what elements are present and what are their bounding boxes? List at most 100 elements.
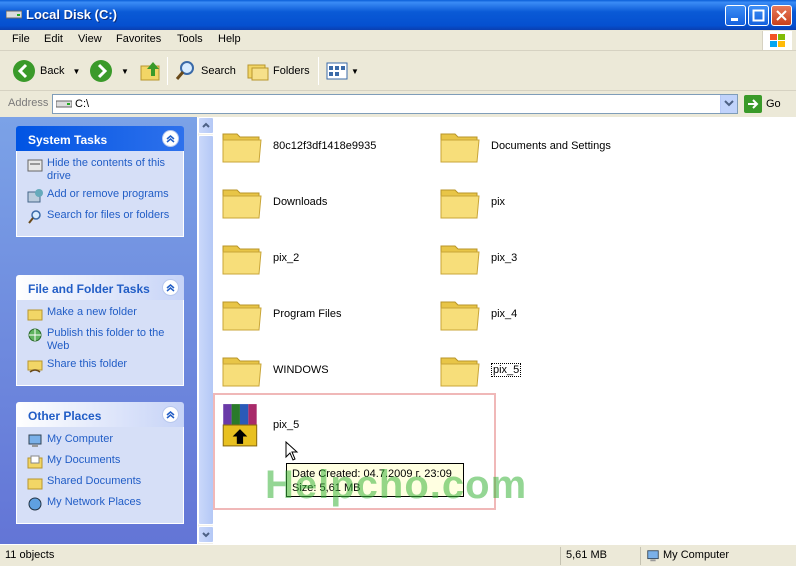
place-shared-documents[interactable]: Shared Documents — [27, 475, 177, 491]
task-label: Publish this folder to the Web — [47, 327, 165, 352]
folder-icon — [440, 245, 480, 275]
address-bar: Address C:\ Go — [0, 92, 796, 116]
menu-favorites[interactable]: Favorites — [116, 33, 161, 45]
other-places-title: Other Places — [28, 409, 102, 423]
place-label: Shared Documents — [47, 475, 142, 487]
my-computer-icon — [647, 550, 659, 562]
task-pane: System Tasks Hide the contents of this d… — [0, 117, 197, 544]
folders-button[interactable]: Folders — [246, 58, 310, 84]
address-value: C:\ — [75, 98, 90, 110]
folder-icon — [222, 133, 262, 163]
menu-view[interactable]: View — [78, 33, 102, 45]
file-item[interactable]: pix_5 — [439, 350, 522, 390]
place-label: My Documents — [47, 454, 121, 466]
file-name: pix_5 — [491, 363, 522, 377]
shared-documents-icon — [27, 478, 43, 490]
task-new-folder[interactable]: Make a new folder — [27, 306, 177, 322]
task-label: Share this folder — [47, 358, 128, 370]
menu-help[interactable]: Help — [218, 33, 241, 45]
place-my-computer[interactable]: My Computer — [27, 433, 177, 449]
toolbar: Back ▼ ▼ Search Folders ▼ — [0, 51, 796, 91]
status-location: My Computer — [640, 547, 796, 565]
scroll-up-button[interactable] — [198, 117, 214, 134]
task-publish-web[interactable]: Publish this folder to the Web — [27, 327, 177, 353]
address-input[interactable]: C:\ — [52, 94, 738, 114]
other-places-header[interactable]: Other Places — [16, 402, 184, 427]
folder-icon — [440, 301, 480, 331]
task-search-files[interactable]: Search for files or folders — [27, 209, 177, 225]
file-item[interactable]: 80c12f3df1418e9935 — [221, 126, 376, 166]
scroll-thumb[interactable] — [198, 135, 214, 525]
chevron-down-icon — [724, 100, 734, 107]
collapse-icon[interactable] — [162, 279, 179, 296]
views-button[interactable]: ▼ — [326, 58, 359, 84]
file-name: pix_3 — [491, 252, 518, 264]
file-name: pix_4 — [491, 308, 518, 320]
collapse-icon[interactable] — [162, 406, 179, 423]
system-tasks-panel: System Tasks Hide the contents of this d… — [16, 126, 184, 237]
task-pane-scrollbar[interactable] — [197, 117, 214, 544]
task-share-folder[interactable]: Share this folder — [27, 358, 177, 374]
go-label: Go — [766, 98, 781, 110]
file-folder-tasks-title: File and Folder Tasks — [28, 282, 150, 296]
task-label: Add or remove programs — [47, 188, 169, 200]
place-my-documents[interactable]: My Documents — [27, 454, 177, 470]
task-hide-contents[interactable]: Hide the contents of this drive — [27, 157, 177, 183]
back-button[interactable]: Back ▼ — [12, 58, 80, 84]
my-documents-icon — [27, 455, 43, 469]
back-dropdown-icon[interactable]: ▼ — [72, 67, 80, 76]
task-add-remove-programs[interactable]: Add or remove programs — [27, 188, 177, 204]
rar-archive-icon — [222, 404, 258, 447]
drive-icon — [56, 100, 72, 108]
folders-label: Folders — [273, 65, 310, 77]
file-item[interactable]: pix_3 — [439, 238, 517, 278]
add-remove-programs-icon — [27, 189, 43, 203]
scroll-down-button[interactable] — [198, 526, 214, 543]
system-tasks-title: System Tasks — [28, 133, 108, 147]
menu-edit[interactable]: Edit — [44, 33, 63, 45]
menu-tools[interactable]: Tools — [177, 33, 203, 45]
folder-icon — [222, 245, 262, 275]
search-icon — [28, 210, 41, 224]
close-button[interactable] — [771, 5, 792, 26]
maximize-button[interactable] — [748, 5, 769, 26]
system-tasks-header[interactable]: System Tasks — [16, 126, 184, 151]
new-folder-icon — [27, 309, 43, 321]
forward-dropdown-icon[interactable]: ▼ — [121, 67, 129, 76]
file-name: pix_2 — [273, 252, 300, 264]
folders-icon — [247, 64, 269, 81]
up-folder-button[interactable] — [139, 58, 163, 84]
collapse-icon[interactable] — [162, 130, 179, 147]
menu-file[interactable]: File — [12, 33, 30, 45]
go-button[interactable]: Go — [744, 95, 781, 113]
back-label: Back — [40, 65, 65, 77]
file-item[interactable]: pix_4 — [439, 294, 517, 334]
file-item[interactable]: Downloads — [221, 182, 327, 222]
minimize-button[interactable] — [725, 5, 746, 26]
file-item[interactable]: Documents and Settings — [439, 126, 611, 166]
file-item[interactable]: WINDOWS — [221, 350, 329, 390]
file-item[interactable]: Program Files — [221, 294, 341, 334]
file-folder-tasks-header[interactable]: File and Folder Tasks — [16, 275, 184, 300]
file-item[interactable]: pix — [439, 182, 505, 222]
views-dropdown-icon[interactable]: ▼ — [351, 67, 359, 76]
place-my-network-places[interactable]: My Network Places — [27, 496, 177, 512]
folder-icon — [222, 189, 262, 219]
search-button[interactable]: Search — [174, 58, 236, 84]
watermark: Helpcho.com — [265, 463, 528, 507]
file-name: Downloads — [273, 196, 328, 208]
forward-button[interactable]: ▼ — [89, 58, 129, 84]
windows-logo-icon — [762, 31, 792, 50]
status-size: 5,61 MB — [560, 547, 640, 565]
address-label: Address — [8, 97, 49, 109]
mouse-cursor-icon — [285, 441, 299, 461]
title-bar: Local Disk (C:) — [0, 0, 796, 30]
address-dropdown-button[interactable] — [720, 95, 737, 113]
status-location-label: My Computer — [663, 549, 730, 561]
file-item[interactable]: pix_2 — [221, 238, 299, 278]
search-icon — [175, 61, 194, 80]
menu-bar: File Edit View Favorites Tools Help — [0, 30, 796, 51]
file-name: Documents and Settings — [491, 140, 611, 152]
status-objects: 11 objects — [5, 549, 55, 561]
network-places-icon — [28, 497, 42, 511]
